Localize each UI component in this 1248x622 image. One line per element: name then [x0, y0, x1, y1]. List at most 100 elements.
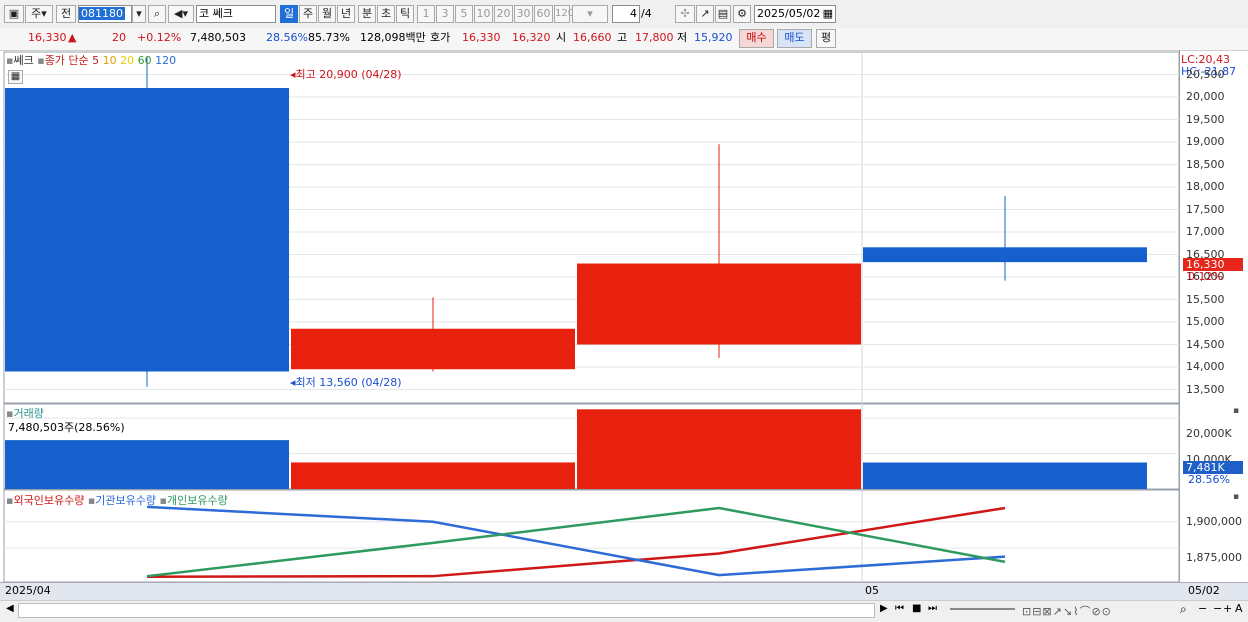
- draw-tool-icon[interactable]: ↗: [696, 5, 714, 23]
- scroll-left-icon[interactable]: ◀: [6, 603, 14, 614]
- eval-button[interactable]: 평: [816, 29, 836, 48]
- high-label: 고: [617, 31, 628, 44]
- stock-name-field[interactable]: 코 쎄크: [196, 5, 276, 23]
- stock-code-field[interactable]: 081180: [78, 5, 132, 23]
- volume-bar: [863, 462, 1147, 489]
- current-volume-percent: 28.56%: [1188, 473, 1230, 486]
- price-tick-label: 17,000: [1186, 225, 1225, 238]
- stock-name: 쎄크: [212, 7, 233, 20]
- interval-120[interactable]: 120: [554, 5, 574, 23]
- interval-20[interactable]: 20: [494, 5, 513, 23]
- interval-custom-select[interactable]: ▾: [572, 5, 608, 23]
- legend-ma-20: 20: [120, 54, 135, 67]
- interval-1[interactable]: 1: [417, 5, 435, 23]
- price-tick-label: 19,000: [1186, 135, 1225, 148]
- minus-icon[interactable]: −: [1213, 602, 1222, 615]
- price-legend: ▪쎄크 ▪종가 단순 5 10 20 60 120: [6, 52, 176, 68]
- high-note-text: 최고 20,900 (04/28): [295, 68, 402, 81]
- interval-5[interactable]: 5: [455, 5, 473, 23]
- page-field[interactable]: 4: [612, 5, 640, 23]
- period-year-button[interactable]: 년: [337, 5, 355, 23]
- stop-icon[interactable]: ■: [912, 603, 921, 614]
- change-value: 20: [112, 31, 126, 44]
- stock-code-value: 081180: [79, 7, 125, 20]
- legend-ma-10: 10: [102, 54, 117, 67]
- low-note: ◂최저 13,560 (04/28): [290, 374, 402, 390]
- current-price-percent: 0.12%: [1188, 270, 1223, 283]
- current-price: 16,330: [28, 31, 67, 44]
- interval-10[interactable]: 10: [474, 5, 493, 23]
- high-price: 17,800: [635, 31, 674, 44]
- period-minute-button[interactable]: 분: [358, 5, 376, 23]
- legend-ma-120: 120: [155, 54, 177, 67]
- low-label: 저: [677, 31, 688, 44]
- sell-button[interactable]: 매도: [777, 29, 812, 48]
- period-day-button[interactable]: 일: [280, 5, 298, 23]
- legend-stock-name: 쎄크: [13, 54, 34, 67]
- legend-institution: 기관보유수량: [95, 494, 157, 507]
- price-tick-label: 20,000: [1186, 90, 1225, 103]
- holdings-legend: ▪외국인보유수량 ▪기관보유수량 ▪개인보유수량: [6, 492, 228, 508]
- interval-30[interactable]: 30: [514, 5, 533, 23]
- calendar-icon[interactable]: ▦: [823, 6, 833, 22]
- volume-bar: [577, 409, 861, 489]
- grid-icon[interactable]: ▦: [8, 70, 23, 84]
- volume-value: 7,480,503: [190, 31, 246, 44]
- market-prefix: 코: [199, 7, 210, 20]
- font-size-icon[interactable]: A: [1235, 602, 1243, 615]
- chart-tools-icons[interactable]: ⊡⊟⊠↗↘⌇⌒⊘⊙: [1022, 603, 1112, 619]
- period-mode-select[interactable]: 주▾: [25, 5, 53, 23]
- panel-close-icon[interactable]: ▪: [1233, 406, 1239, 416]
- open-label: 시: [556, 31, 567, 44]
- price-tick-label: 14,000: [1186, 360, 1225, 373]
- chevron-down-icon[interactable]: ▾: [132, 5, 146, 23]
- save-icon[interactable]: ▤: [715, 5, 731, 23]
- legend-marker-icon: ▪: [37, 54, 45, 67]
- forward-icon[interactable]: ⏭: [928, 603, 937, 614]
- plus-icon[interactable]: +: [1223, 602, 1232, 615]
- legend-individual: 개인보유수량: [166, 494, 228, 507]
- period-second-button[interactable]: 초: [377, 5, 395, 23]
- zoom-icon[interactable]: ⌕: [1180, 602, 1187, 617]
- interval-60[interactable]: 60: [534, 5, 553, 23]
- legend-foreign: 외국인보유수량: [13, 494, 85, 507]
- price-tick-label: 13,500: [1186, 382, 1225, 396]
- price-tick-label: 20,500: [1186, 67, 1225, 81]
- buy-button[interactable]: 매수: [739, 29, 774, 48]
- layout-icon[interactable]: ▣: [4, 5, 24, 23]
- holdings-tick-1875000: 1,875,000: [1186, 551, 1242, 564]
- candle-body: [291, 328, 575, 370]
- period-week-button[interactable]: 주: [299, 5, 317, 23]
- date-field[interactable]: 2025/05/02 ▦: [754, 5, 836, 23]
- legend-ma-60: 60: [137, 54, 152, 67]
- volume-readout: 7,480,503주(28.56%): [8, 421, 125, 434]
- price-tick-label: 18,500: [1186, 157, 1225, 171]
- volume-ratio: 28.56%: [266, 31, 308, 44]
- interval-3[interactable]: 3: [436, 5, 454, 23]
- rewind-icon[interactable]: ⏮: [895, 603, 904, 614]
- zoom-slider[interactable]: [950, 608, 1015, 610]
- legend-ma-5: 5: [92, 54, 100, 67]
- period-month-button[interactable]: 월: [318, 5, 336, 23]
- scrollbar-track[interactable]: [18, 603, 875, 618]
- price-tick-label: 15,500: [1186, 292, 1225, 306]
- bid-price-1: 16,330: [462, 31, 501, 44]
- period-tick-button[interactable]: 틱: [396, 5, 414, 23]
- candle-body: [5, 88, 289, 372]
- trade-amount: 128,098백만: [360, 31, 426, 44]
- turnover-ratio: 85.73%: [308, 31, 350, 44]
- speaker-icon[interactable]: ◀▾: [168, 5, 194, 23]
- chart-area[interactable]: [0, 50, 1248, 621]
- volume-bar: [5, 440, 289, 489]
- search-icon[interactable]: ⌕: [148, 5, 166, 23]
- play-icon[interactable]: ▶: [880, 603, 888, 614]
- panel-close-icon[interactable]: ▪: [1233, 492, 1239, 502]
- holdings-tick-1900000: 1,900,000: [1186, 515, 1242, 528]
- gear-icon[interactable]: ⚙: [733, 5, 751, 23]
- prev-button[interactable]: 전: [56, 5, 76, 23]
- bid-price-2: 16,320: [512, 31, 551, 44]
- overlay-icon[interactable]: ✣: [675, 5, 695, 23]
- volume-bar: [291, 462, 575, 489]
- legend-ma-type: 종가 단순: [44, 54, 89, 67]
- zoom-out-icon[interactable]: −: [1198, 602, 1207, 615]
